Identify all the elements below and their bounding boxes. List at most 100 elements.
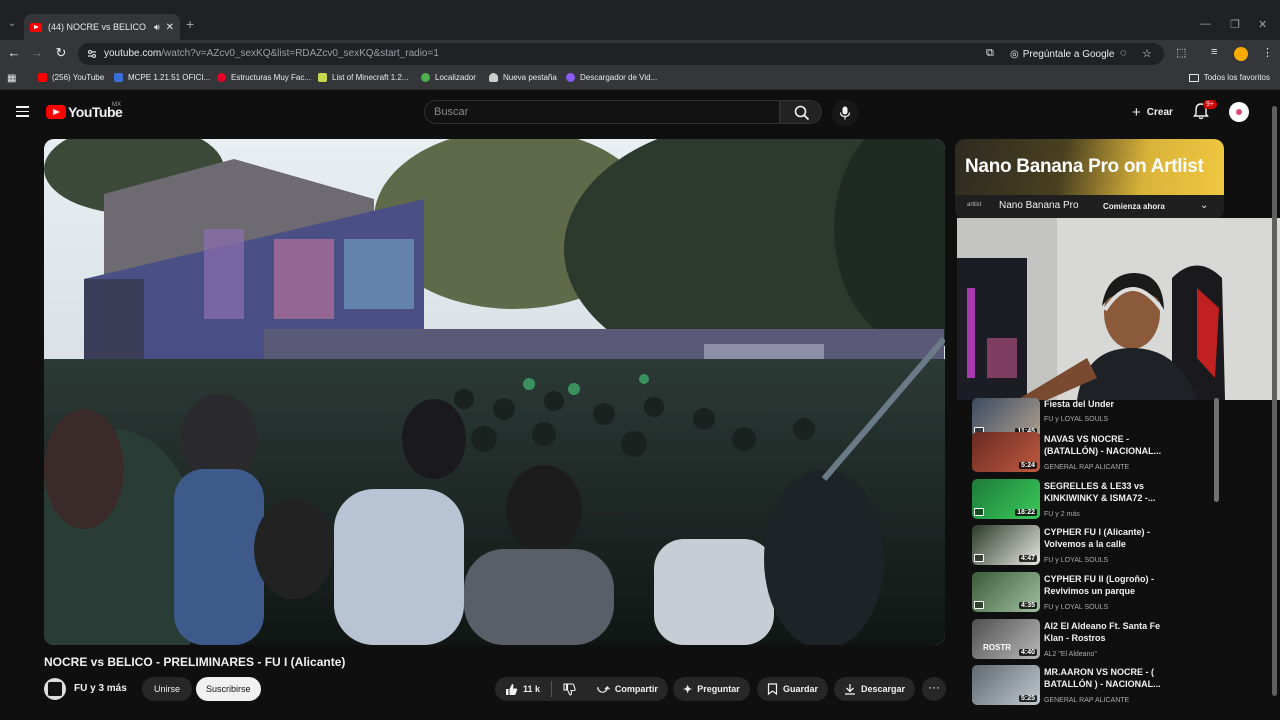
close-tab-icon[interactable]: ✕ bbox=[166, 22, 174, 33]
bookmark-label: List of Minecraft 1.2... bbox=[332, 73, 409, 82]
bookmark-item[interactable]: Descargador de Vid... bbox=[566, 73, 657, 82]
bookmark-item[interactable]: MCPE 1.21.51 OFICI... bbox=[114, 73, 210, 82]
thumbs-down-icon[interactable] bbox=[563, 682, 576, 696]
tab-search-button[interactable]: ⌄ bbox=[4, 14, 20, 34]
video-thumbnail[interactable]: ROSTR 4:40 bbox=[972, 619, 1040, 659]
voice-search-button[interactable] bbox=[832, 100, 858, 126]
install-app-icon[interactable]: ⧉ bbox=[986, 47, 994, 60]
google-lens-icon: ◎ bbox=[1010, 48, 1019, 60]
thumbnail-overlay-text: ROSTR bbox=[983, 643, 1011, 652]
address-bar[interactable]: youtube.com/watch?v=AZcv0_sexKQ&list=RDA… bbox=[78, 43, 1164, 65]
save-button[interactable]: Guardar bbox=[757, 677, 829, 701]
recommended-video[interactable]: 4:47 CYPHER FU I (Alicante) - Volvemos a … bbox=[972, 525, 1212, 569]
youtube-masthead: YouTube MX + Crear 9+ bbox=[0, 92, 1280, 132]
channel-name[interactable]: GENERAL RAP ALICANTE bbox=[1044, 697, 1129, 704]
video-title[interactable]: CYPHER FU II (Logroño) - Revivimos un par… bbox=[1044, 573, 1164, 597]
sponsored-ad-card[interactable]: Nano Banana Pro on Artlist artlist Nano … bbox=[955, 139, 1224, 219]
recommended-video[interactable]: 4:35 CYPHER FU II (Logroño) - Revivimos u… bbox=[972, 572, 1212, 616]
channel-name[interactable]: FU y LOYAL SOULS bbox=[1044, 416, 1108, 423]
video-player[interactable] bbox=[44, 139, 945, 645]
ask-button[interactable]: ✦ Preguntar bbox=[673, 677, 750, 701]
chrome-menu-icon[interactable]: ⋮ bbox=[1262, 46, 1273, 59]
bookmark-item[interactable]: Localizador bbox=[421, 73, 476, 82]
channel-name[interactable]: FU y 2 más bbox=[1044, 511, 1080, 518]
mix-icon bbox=[974, 508, 984, 516]
apps-grid-icon[interactable]: ▦ bbox=[7, 73, 16, 84]
recommended-video[interactable]: ROSTR 4:40 Al2 El Aldeano Ft. Santa Fe Kl… bbox=[972, 619, 1212, 663]
channel-name[interactable]: FU y LOYAL SOULS bbox=[1044, 604, 1108, 611]
site-info-icon[interactable] bbox=[86, 48, 98, 60]
recommended-video[interactable]: 18:22 SEGRELLES & LE33 vs KINKIWINKY & IS… bbox=[972, 479, 1212, 523]
ghost-icon bbox=[489, 73, 498, 82]
eye-slash-icon[interactable]: ◌ bbox=[1120, 47, 1127, 59]
webcam-overlay bbox=[957, 218, 1280, 400]
page-scrollbar-thumb[interactable] bbox=[1272, 106, 1277, 696]
account-avatar[interactable] bbox=[1229, 102, 1249, 122]
minimize-icon[interactable]: — bbox=[1200, 18, 1211, 30]
like-count[interactable]: 11 k bbox=[523, 684, 540, 694]
download-button[interactable]: Descargar bbox=[834, 677, 916, 701]
profile-avatar-icon[interactable] bbox=[1234, 47, 1248, 61]
bookmark-item[interactable]: Estructuras Muy Fac... bbox=[217, 73, 311, 82]
new-tab-button[interactable]: + bbox=[186, 16, 194, 32]
video-thumbnail[interactable]: 5:24 bbox=[972, 432, 1040, 472]
recommended-video[interactable]: 5:25 MR.AARON VS NOCRE - (BATALLÓN ) - N… bbox=[972, 665, 1212, 709]
search-input[interactable] bbox=[434, 106, 764, 118]
chevron-down-icon[interactable]: ⌄ bbox=[1200, 200, 1208, 211]
youtube-icon bbox=[38, 73, 47, 82]
channel-name[interactable]: FU y 3 más bbox=[74, 683, 127, 694]
youtube-favicon-icon bbox=[30, 22, 42, 32]
recommendations-scrollbar[interactable] bbox=[1214, 398, 1219, 502]
browser-toolbar: ← → ↻ youtube.com/watch?v=AZcv0_sexKQ&li… bbox=[0, 40, 1280, 68]
video-thumbnail[interactable]: 18:22 bbox=[972, 479, 1040, 519]
video-thumbnail[interactable]: 5:25 bbox=[972, 665, 1040, 705]
bookmark-item[interactable]: Nueva pestaña bbox=[489, 73, 557, 82]
ad-footer: artlist Nano Banana Pro Comienza ahora ⌄ bbox=[955, 195, 1224, 219]
video-thumbnail[interactable]: 4:35 bbox=[972, 572, 1040, 612]
share-button[interactable]: ⤻ Compartir bbox=[587, 677, 668, 701]
channel-name[interactable]: AL2 "El Aldeano" bbox=[1044, 651, 1097, 658]
speaker-icon[interactable]: 🔊︎ bbox=[154, 22, 160, 33]
video-title[interactable]: NAVAS VS NOCRE - (BATALLÓN) - NACIONAL... bbox=[1044, 433, 1164, 457]
bookmark-star-icon[interactable]: ☆ bbox=[1142, 47, 1152, 60]
ask-google-button[interactable]: ◎ Pregúntale a Google bbox=[1010, 45, 1114, 63]
ad-cta-button[interactable]: Comienza ahora bbox=[1103, 202, 1165, 211]
bookmark-label: Descargador de Vid... bbox=[580, 73, 658, 82]
thumbs-up-icon[interactable] bbox=[505, 683, 518, 696]
all-bookmarks-button[interactable]: Todos los favoritos bbox=[1188, 73, 1270, 82]
channel-name[interactable]: FU y LOYAL SOULS bbox=[1044, 557, 1108, 564]
playlist-save-icon bbox=[767, 683, 778, 695]
bookmark-item[interactable]: List of Minecraft 1.2... bbox=[318, 73, 408, 82]
more-actions-icon[interactable]: ··· bbox=[922, 677, 946, 701]
join-button[interactable]: Unirse bbox=[142, 677, 193, 701]
subscribe-button[interactable]: Suscribirse bbox=[196, 677, 261, 701]
video-thumbnail[interactable]: 4:47 bbox=[972, 525, 1040, 565]
close-window-icon[interactable]: ✕ bbox=[1258, 18, 1267, 31]
extensions-icon[interactable]: ⬚ bbox=[1176, 46, 1186, 59]
country-code: MX bbox=[112, 102, 121, 108]
video-duration: 4:35 bbox=[1018, 602, 1037, 609]
menu-icon[interactable] bbox=[16, 106, 29, 117]
url-text: youtube.com/watch?v=AZcv0_sexKQ&list=RDA… bbox=[104, 48, 439, 59]
channel-name[interactable]: GENERAL RAP ALICANTE bbox=[1044, 464, 1129, 471]
recommended-video[interactable]: 5:24 NAVAS VS NOCRE - (BATALLÓN) - NACION… bbox=[972, 432, 1212, 476]
ask-label: Preguntar bbox=[697, 684, 740, 694]
reading-list-icon[interactable]: ≡ bbox=[1211, 46, 1217, 58]
forward-icon[interactable]: → bbox=[28, 45, 46, 60]
create-label: Crear bbox=[1146, 106, 1173, 118]
channel-avatar[interactable] bbox=[44, 678, 66, 700]
restore-icon[interactable]: ❐ bbox=[1230, 18, 1240, 31]
back-icon[interactable]: ← bbox=[5, 45, 23, 60]
video-title[interactable]: SEGRELLES & LE33 vs KINKIWINKY & ISMA72 -… bbox=[1044, 480, 1164, 504]
create-button[interactable]: + Crear bbox=[1122, 100, 1183, 124]
search-button[interactable] bbox=[780, 100, 822, 124]
video-title[interactable]: MR.AARON VS NOCRE - (BATALLÓN ) - NACION… bbox=[1044, 666, 1164, 690]
bookmark-item[interactable]: (256) YouTube bbox=[38, 73, 104, 82]
reload-icon[interactable]: ↻ bbox=[52, 45, 70, 61]
browser-tab-active[interactable]: (44) NOCRE vs BELICO - PR 🔊︎ ✕ bbox=[24, 14, 180, 40]
youtube-logo[interactable]: YouTube bbox=[46, 104, 123, 120]
video-title[interactable]: Al2 El Aldeano Ft. Santa Fe Klan - Rostro… bbox=[1044, 620, 1164, 644]
video-title[interactable]: CYPHER FU I (Alicante) - Volvemos a la ca… bbox=[1044, 526, 1164, 550]
youtube-play-icon bbox=[46, 105, 66, 119]
video-title[interactable]: Fiesta del Under bbox=[1044, 398, 1164, 410]
